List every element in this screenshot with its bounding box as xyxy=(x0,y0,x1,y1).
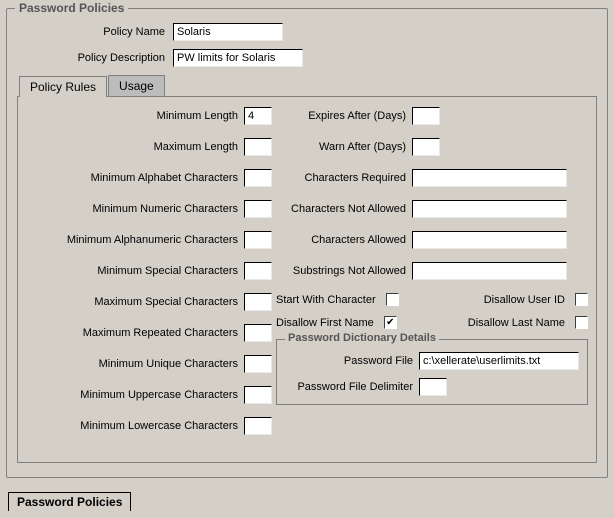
max-repeated-input[interactable] xyxy=(244,324,272,342)
password-file-label: Password File xyxy=(285,355,413,367)
password-dictionary-title: Password Dictionary Details xyxy=(285,332,439,344)
header-section: Policy Name Policy Description xyxy=(15,23,599,67)
tab-usage[interactable]: Usage xyxy=(108,75,165,96)
chars-required-label: Characters Required xyxy=(276,172,406,184)
max-special-input[interactable] xyxy=(244,293,272,311)
chars-not-allowed-label: Characters Not Allowed xyxy=(276,203,406,215)
min-alpha-label: Minimum Alphabet Characters xyxy=(91,172,238,184)
left-column: Minimum Length Maximum Length Minimum Al… xyxy=(26,107,272,448)
min-alnum-label: Minimum Alphanumeric Characters xyxy=(67,234,238,246)
min-upper-input[interactable] xyxy=(244,386,272,404)
warn-after-input[interactable] xyxy=(412,138,440,156)
disallow-last-name-label: Disallow Last Name xyxy=(468,317,565,329)
policy-desc-label: Policy Description xyxy=(15,52,165,64)
min-alnum-input[interactable] xyxy=(244,231,272,249)
min-upper-label: Minimum Uppercase Characters xyxy=(80,389,238,401)
max-length-input[interactable] xyxy=(244,138,272,156)
start-with-char-checkbox[interactable] xyxy=(386,293,399,306)
min-alpha-input[interactable] xyxy=(244,169,272,187)
min-length-input[interactable] xyxy=(244,107,272,125)
substrings-not-allowed-input[interactable] xyxy=(412,262,567,280)
min-length-label: Minimum Length xyxy=(157,110,238,122)
min-unique-label: Minimum Unique Characters xyxy=(99,358,238,370)
disallow-last-name-checkbox[interactable] xyxy=(575,316,588,329)
password-file-delim-input[interactable] xyxy=(419,378,447,396)
chars-not-allowed-input[interactable] xyxy=(412,200,567,218)
disallow-first-name-checkbox[interactable]: ✔ xyxy=(384,316,397,329)
tab-policy-rules[interactable]: Policy Rules xyxy=(19,76,107,97)
policy-name-input[interactable] xyxy=(173,23,283,41)
chars-allowed-input[interactable] xyxy=(412,231,567,249)
warn-after-label: Warn After (Days) xyxy=(276,141,406,153)
expires-after-input[interactable] xyxy=(412,107,440,125)
password-policies-panel: Password Policies Policy Name Policy Des… xyxy=(6,8,608,478)
policy-name-label: Policy Name xyxy=(15,26,165,38)
policy-desc-input[interactable] xyxy=(173,49,303,67)
bottom-tab-password-policies[interactable]: Password Policies xyxy=(8,492,131,511)
right-column: Expires After (Days) Warn After (Days) C… xyxy=(272,107,588,448)
password-file-input[interactable] xyxy=(419,352,579,370)
min-lower-label: Minimum Lowercase Characters xyxy=(80,420,238,432)
chars-required-input[interactable] xyxy=(412,169,567,187)
min-numeric-label: Minimum Numeric Characters xyxy=(93,203,238,215)
expires-after-label: Expires After (Days) xyxy=(276,110,406,122)
max-special-label: Maximum Special Characters xyxy=(94,296,238,308)
substrings-not-allowed-label: Substrings Not Allowed xyxy=(276,265,406,277)
min-numeric-input[interactable] xyxy=(244,200,272,218)
password-file-delim-label: Password File Delimiter xyxy=(285,381,413,393)
disallow-user-id-label: Disallow User ID xyxy=(484,294,565,306)
min-unique-input[interactable] xyxy=(244,355,272,373)
start-with-char-label: Start With Character xyxy=(276,294,376,306)
disallow-first-name-label: Disallow First Name xyxy=(276,317,374,329)
disallow-user-id-checkbox[interactable] xyxy=(575,293,588,306)
max-length-label: Maximum Length xyxy=(154,141,238,153)
chars-allowed-label: Characters Allowed xyxy=(276,234,406,246)
min-special-input[interactable] xyxy=(244,262,272,280)
password-dictionary-panel: Password Dictionary Details Password Fil… xyxy=(276,339,588,405)
max-repeated-label: Maximum Repeated Characters xyxy=(83,327,238,339)
tab-strip: Policy Rules Usage xyxy=(19,75,599,96)
tab-body: Minimum Length Maximum Length Minimum Al… xyxy=(17,96,597,463)
min-special-label: Minimum Special Characters xyxy=(97,265,238,277)
min-lower-input[interactable] xyxy=(244,417,272,435)
panel-title: Password Policies xyxy=(15,1,128,15)
